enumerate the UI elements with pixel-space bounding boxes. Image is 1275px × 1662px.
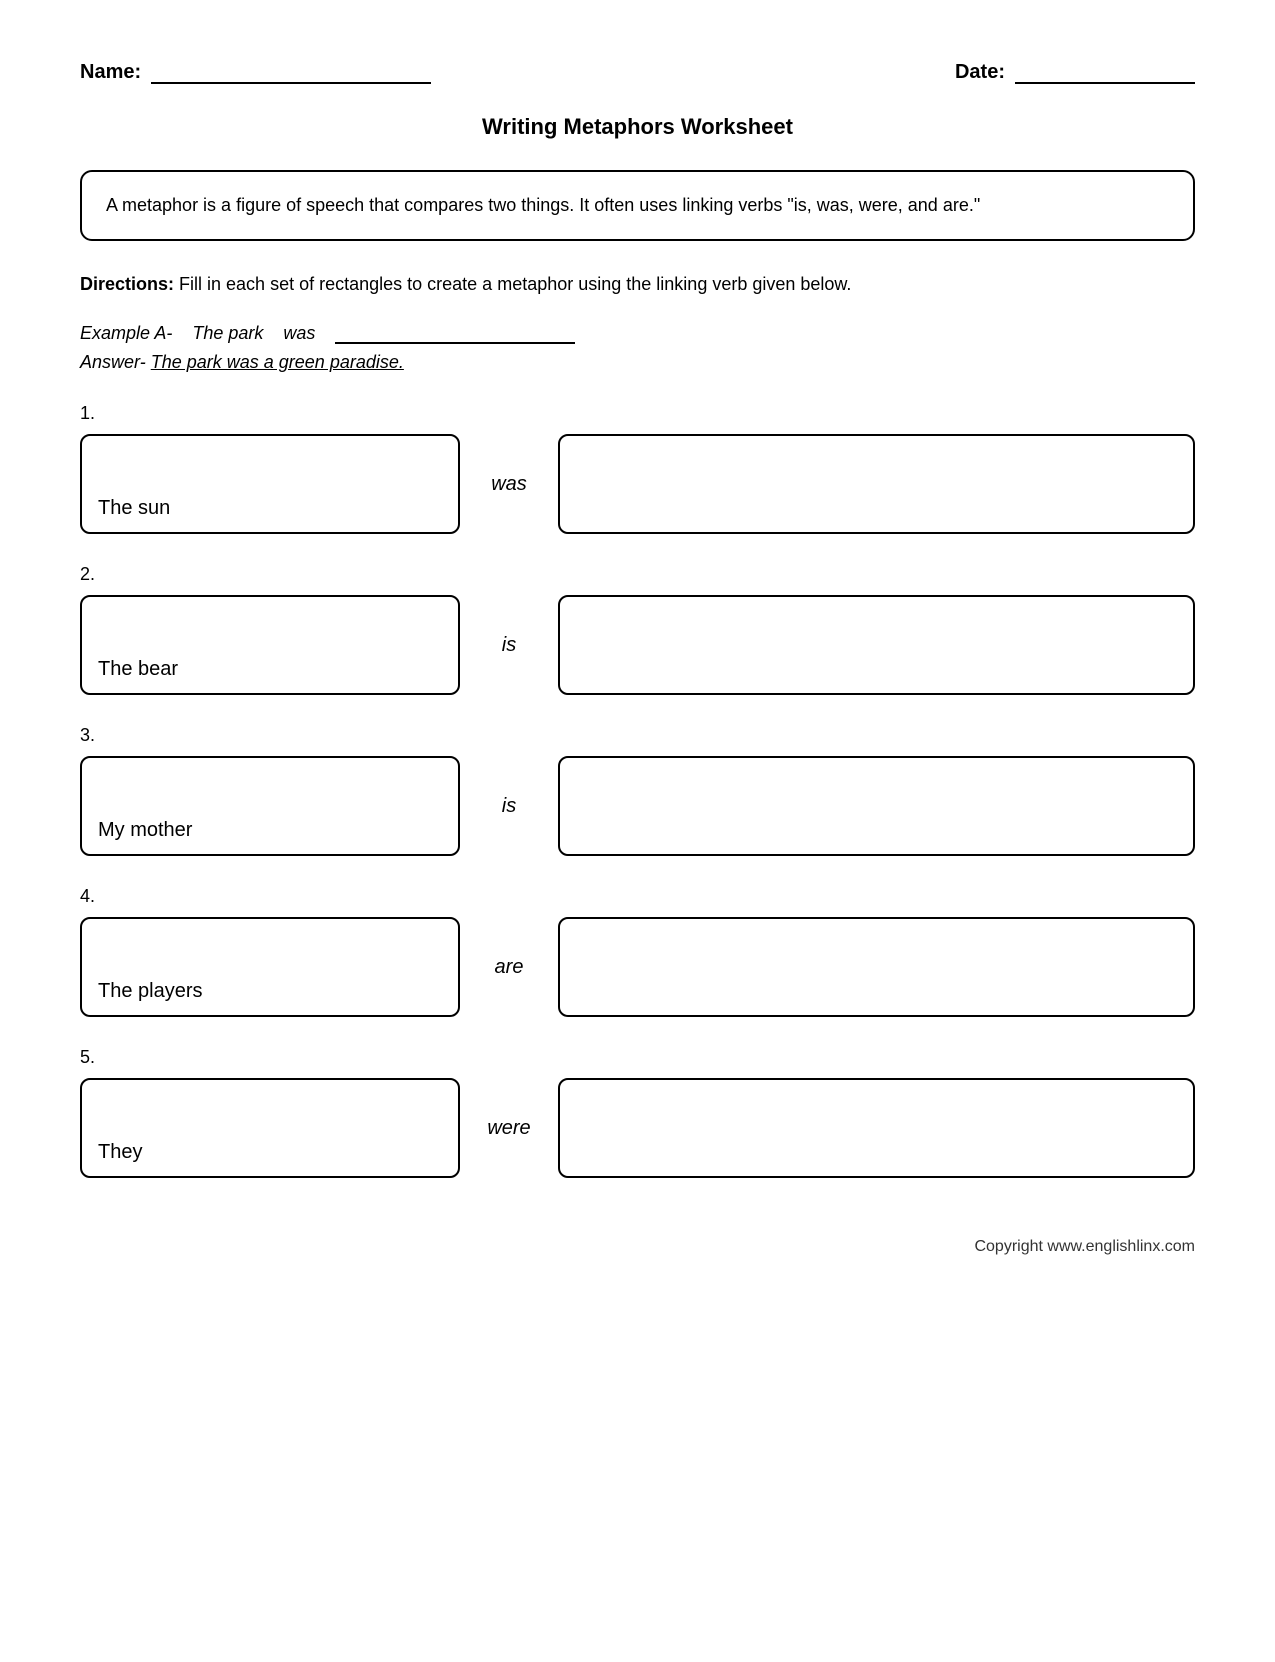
- answer-box-4[interactable]: [558, 917, 1195, 1017]
- subject-box-5: They: [80, 1078, 460, 1178]
- name-label: Name:: [80, 61, 141, 84]
- date-field: Date:: [955, 60, 1195, 84]
- item-number-3: 3.: [80, 725, 1195, 746]
- example-verb-a: was: [283, 323, 315, 344]
- example-section: Example A- The park was Answer- The park…: [80, 322, 1195, 373]
- item-number-4: 4.: [80, 886, 1195, 907]
- subject-box-3: My mother: [80, 756, 460, 856]
- name-line: [151, 60, 431, 84]
- directions-text: Fill in each set of rectangles to create…: [174, 274, 851, 294]
- example-subject-a: The park: [192, 323, 263, 344]
- item-row-3: My mother is: [80, 756, 1195, 856]
- answer-box-5[interactable]: [558, 1078, 1195, 1178]
- directions-bold: Directions:: [80, 274, 174, 294]
- verb-label-4: are: [484, 956, 534, 979]
- page-title: Writing Metaphors Worksheet: [80, 114, 1195, 140]
- answer-box-3[interactable]: [558, 756, 1195, 856]
- item-section-2: 2. The bear is: [80, 564, 1195, 695]
- subject-box-2: The bear: [80, 595, 460, 695]
- definition-text: A metaphor is a figure of speech that co…: [106, 195, 980, 215]
- subject-box-4: The players: [80, 917, 460, 1017]
- answer-box-2[interactable]: [558, 595, 1195, 695]
- answer-label: Answer-: [80, 352, 146, 372]
- verb-label-3: is: [484, 795, 534, 818]
- example-row-a: Example A- The park was: [80, 322, 1195, 344]
- item-row-4: The players are: [80, 917, 1195, 1017]
- item-row-1: The sun was: [80, 434, 1195, 534]
- verb-label-2: is: [484, 634, 534, 657]
- item-number-2: 2.: [80, 564, 1195, 585]
- answer-box-1[interactable]: [558, 434, 1195, 534]
- name-field: Name:: [80, 60, 431, 84]
- items-container: 1. The sun was 2. The bear is 3. My mother is 4. T…: [80, 403, 1195, 1178]
- example-answer: Answer- The park was a green paradise.: [80, 352, 1195, 373]
- example-blank-a: [335, 322, 575, 344]
- subject-box-1: The sun: [80, 434, 460, 534]
- item-section-4: 4. The players are: [80, 886, 1195, 1017]
- verb-label-1: was: [484, 473, 534, 496]
- verb-label-5: were: [484, 1117, 534, 1140]
- date-label: Date:: [955, 61, 1005, 84]
- item-row-2: The bear is: [80, 595, 1195, 695]
- item-section-5: 5. They were: [80, 1047, 1195, 1178]
- item-section-3: 3. My mother is: [80, 725, 1195, 856]
- item-row-5: They were: [80, 1078, 1195, 1178]
- item-section-1: 1. The sun was: [80, 403, 1195, 534]
- item-number-1: 1.: [80, 403, 1195, 424]
- answer-text: The park was a green paradise.: [151, 352, 404, 372]
- example-label-a: Example A-: [80, 323, 172, 344]
- date-line: [1015, 60, 1195, 84]
- footer: Copyright www.englishlinx.com: [80, 1238, 1195, 1256]
- header: Name: Date:: [80, 60, 1195, 84]
- directions: Directions: Fill in each set of rectangl…: [80, 271, 1195, 298]
- definition-box: A metaphor is a figure of speech that co…: [80, 170, 1195, 241]
- item-number-5: 5.: [80, 1047, 1195, 1068]
